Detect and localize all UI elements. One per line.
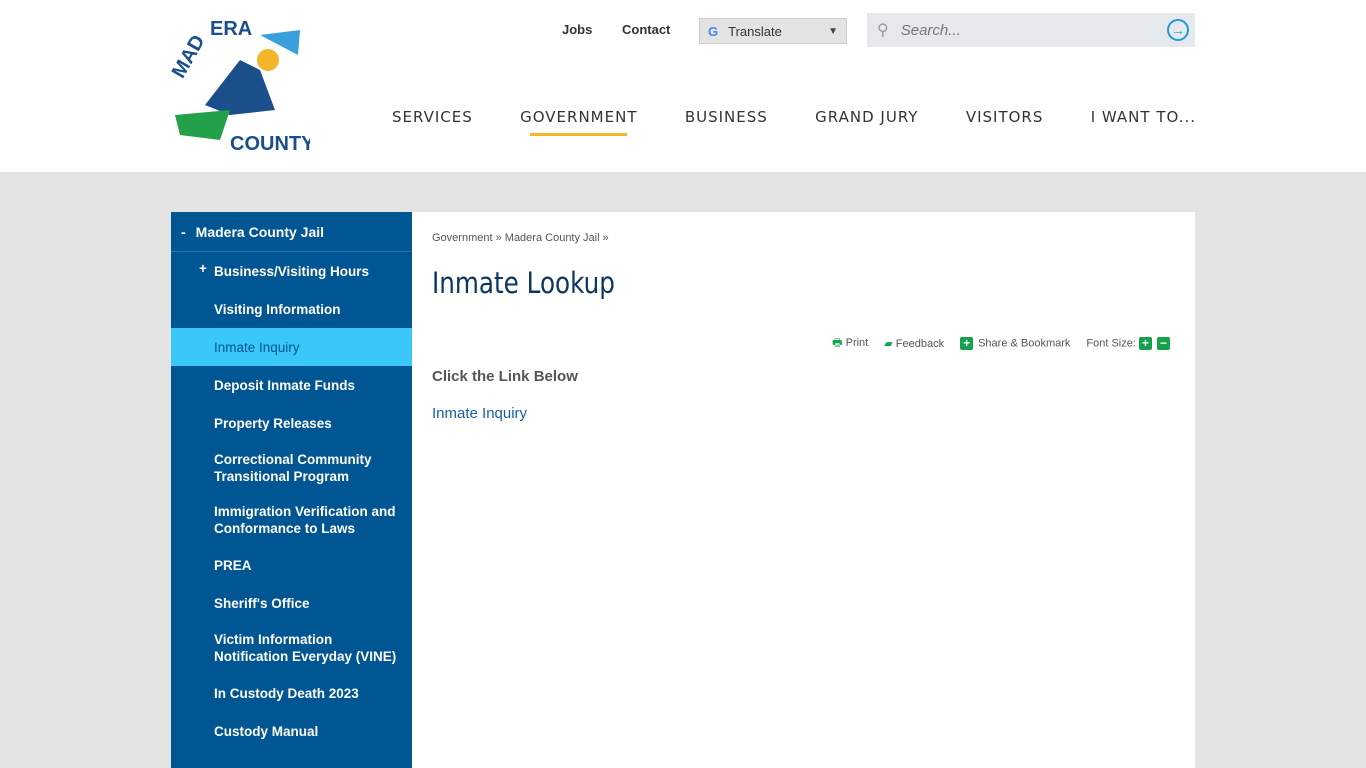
sidebar-item[interactable]: Immigration Verification and Conformance…: [171, 494, 412, 546]
page-title: Inmate Lookup: [432, 266, 615, 300]
main-content: Government » Madera County Jail » Inmate…: [412, 212, 1195, 768]
plus-icon: +: [960, 337, 974, 350]
nav-services[interactable]: SERVICES: [392, 108, 473, 126]
svg-text:ERA: ERA: [210, 18, 252, 40]
main-nav: SERVICES GOVERNMENT BUSINESS GRAND JURY …: [392, 108, 1196, 136]
translate-label: Translate: [728, 23, 782, 39]
site-header: MAD ERA COUNTY Jobs Contact G Translate ▼ …: [0, 0, 1366, 172]
madera-county-logo[interactable]: MAD ERA COUNTY: [170, 15, 310, 155]
feedback-link[interactable]: Feedback: [896, 338, 944, 350]
sidebar-item[interactable]: In Custody Death 2023: [171, 674, 412, 712]
font-decrease-icon[interactable]: −: [1157, 337, 1170, 350]
search-bar: ⚲→: [867, 13, 1195, 47]
search-submit-icon[interactable]: →: [1167, 19, 1189, 41]
breadcrumb-government[interactable]: Government: [432, 232, 493, 244]
sidebar-item[interactable]: Custody Manual: [171, 712, 412, 750]
sidebar-item[interactable]: PREA: [171, 546, 412, 584]
page-tools: 🖶 Print ▰ Feedback + Share & Bookmark Fon…: [832, 334, 1175, 353]
nav-grand-jury[interactable]: GRAND JURY: [815, 108, 918, 126]
sidebar-item[interactable]: Visiting Information: [171, 290, 412, 328]
print-icon: 🖶: [832, 337, 843, 349]
nav-government[interactable]: GOVERNMENT: [520, 108, 637, 136]
sidebar: - Madera County Jail + Business/Visiting H…: [171, 212, 412, 768]
jobs-link[interactable]: Jobs: [562, 22, 592, 37]
instruction-label: Click the Link Below: [432, 368, 578, 385]
nav-visitors[interactable]: VISITORS: [966, 108, 1044, 126]
search-icon: ⚲: [877, 22, 889, 39]
search-input[interactable]: [900, 21, 1151, 39]
print-link[interactable]: Print: [846, 337, 869, 349]
svg-text:MAD: MAD: [170, 31, 210, 81]
sidebar-head[interactable]: - Madera County Jail: [171, 212, 412, 252]
sidebar-item[interactable]: Correctional Community Transitional Prog…: [171, 442, 412, 494]
share-link[interactable]: Share & Bookmark: [978, 337, 1070, 349]
inmate-inquiry-link[interactable]: Inmate Inquiry: [432, 405, 1175, 422]
breadcrumb-jail[interactable]: Madera County Jail: [505, 232, 600, 244]
breadcrumb: Government » Madera County Jail »: [432, 232, 609, 244]
feedback-icon: ▰: [884, 338, 893, 350]
translate-dropdown[interactable]: G Translate ▼: [699, 18, 847, 44]
contact-link[interactable]: Contact: [622, 22, 670, 37]
google-icon: G: [708, 23, 719, 39]
font-increase-icon[interactable]: +: [1139, 337, 1152, 350]
nav-business[interactable]: BUSINESS: [685, 108, 768, 126]
sidebar-item[interactable]: + Business/Visiting Hours: [171, 252, 412, 290]
font-size-label: Font Size:: [1086, 337, 1136, 350]
sidebar-item-selected[interactable]: Inmate Inquiry: [171, 328, 412, 366]
chevron-down-icon: ▼: [828, 25, 838, 37]
svg-text:COUNTY: COUNTY: [230, 133, 310, 155]
nav-i-want-to[interactable]: I WANT TO...: [1091, 108, 1196, 126]
sidebar-item[interactable]: Deposit Inmate Funds: [171, 366, 412, 404]
sidebar-item[interactable]: Property Releases: [171, 404, 412, 442]
sidebar-head-label: Madera County Jail: [195, 223, 325, 240]
sidebar-item[interactable]: Sheriff's Office: [171, 584, 412, 622]
sidebar-item[interactable]: Victim Information Notification Everyday…: [171, 622, 412, 674]
